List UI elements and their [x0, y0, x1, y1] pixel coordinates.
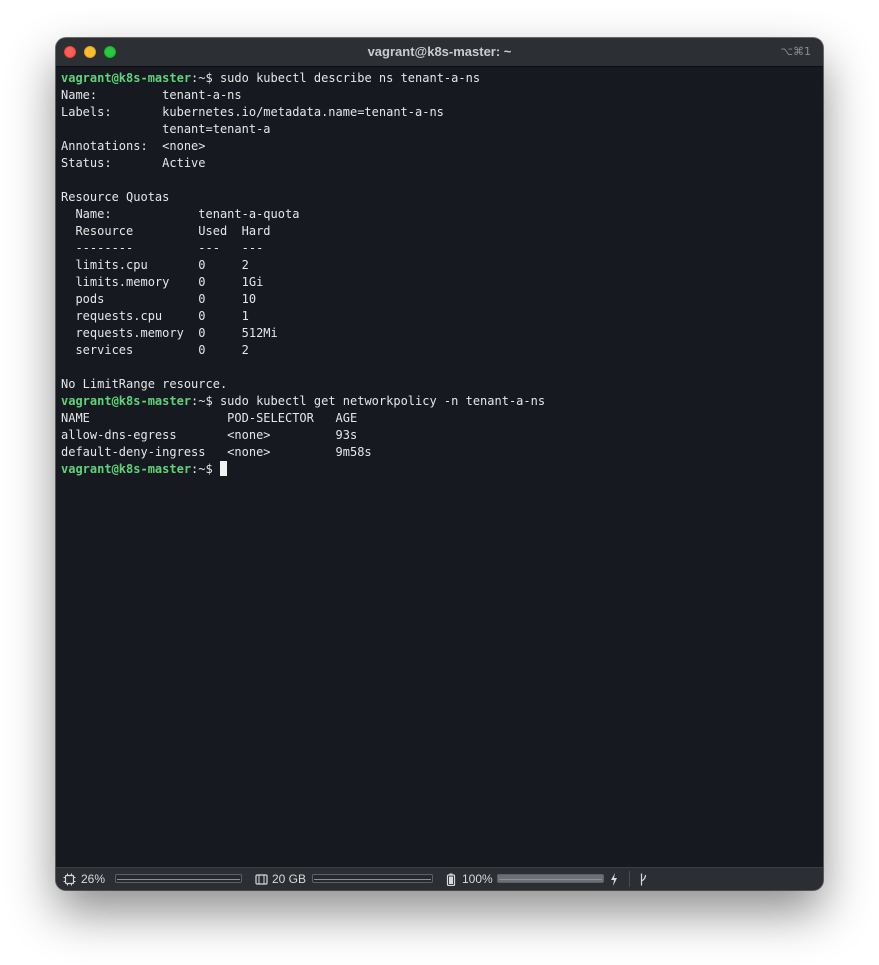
prompt-path: :~$ — [191, 462, 220, 476]
output-text: Name: tenant-a-ns — [61, 88, 242, 102]
command-text: sudo kubectl get networkpolicy -n tenant… — [219, 394, 546, 408]
output-text: pods 0 10 — [61, 292, 257, 306]
text-cursor — [219, 461, 227, 476]
output-text: No LimitRange resource. — [61, 377, 228, 391]
output-text: Name: tenant-a-quota — [61, 207, 300, 221]
prompt-path: :~$ — [191, 394, 220, 408]
prompt-line: vagrant@k8s-master:~$ — [61, 461, 818, 478]
title-bar[interactable]: vagrant@k8s-master: ~ ⌥⌘1 — [56, 38, 823, 67]
output-line: Resource Used Hard — [61, 223, 818, 240]
output-line: Annotations: <none> — [61, 138, 818, 155]
output-text: Labels: kubernetes.io/metadata.name=tena… — [61, 105, 444, 119]
output-line: tenant=tenant-a — [61, 121, 818, 138]
disk-usage-label: 20 GB — [272, 872, 307, 886]
battery-level-meter — [497, 874, 604, 883]
output-text: tenant=tenant-a — [61, 122, 271, 136]
disk-usage-meter — [312, 874, 433, 883]
output-text: NAME POD-SELECTOR AGE — [61, 411, 358, 425]
output-text: Resource Quotas — [61, 190, 170, 204]
output-line: limits.cpu 0 2 — [61, 257, 818, 274]
shell-prompt: vagrant@k8s-master — [61, 462, 192, 476]
status-bar: 26% 20 GB 100% — [56, 867, 823, 890]
prompt-line: vagrant@k8s-master:~$ sudo kubectl descr… — [61, 70, 818, 87]
shell-prompt: vagrant@k8s-master — [61, 71, 192, 85]
output-text: -------- --- --- — [61, 241, 264, 255]
output-text: Annotations: <none> — [61, 139, 206, 153]
cpu-usage-label: 26% — [81, 872, 106, 886]
output-text: Resource Used Hard — [61, 224, 271, 238]
output-text: services 0 2 — [61, 343, 249, 357]
output-text: requests.cpu 0 1 — [61, 309, 249, 323]
git-branch-icon — [640, 873, 647, 886]
output-text: Status: Active — [61, 156, 206, 170]
window-shortcut: ⌥⌘1 — [780, 45, 811, 58]
output-line: pods 0 10 — [61, 291, 818, 308]
shell-prompt: vagrant@k8s-master — [61, 394, 192, 408]
output-line: allow-dns-egress <none> 93s — [61, 427, 818, 444]
disk-icon — [255, 874, 268, 885]
output-line: Name: tenant-a-ns — [61, 87, 818, 104]
prompt-line: vagrant@k8s-master:~$ sudo kubectl get n… — [61, 393, 818, 410]
cpu-chip-icon — [63, 873, 76, 886]
output-line: services 0 2 — [61, 342, 818, 359]
output-text: limits.memory 0 1Gi — [61, 275, 264, 289]
battery-icon — [446, 873, 456, 886]
output-text: limits.cpu 0 2 — [61, 258, 249, 272]
lightning-bolt-icon — [611, 873, 617, 886]
terminal-output[interactable]: vagrant@k8s-master:~$ sudo kubectl descr… — [61, 70, 818, 866]
output-line: requests.memory 0 512Mi — [61, 325, 818, 342]
command-text: sudo kubectl describe ns tenant-a-ns — [219, 71, 481, 85]
output-line: Resource Quotas — [61, 189, 818, 206]
output-line: NAME POD-SELECTOR AGE — [61, 410, 818, 427]
terminal-window: vagrant@k8s-master: ~ ⌥⌘1 vagrant@k8s-ma… — [56, 38, 823, 890]
battery-level-label: 100% — [462, 872, 493, 886]
output-line: requests.cpu 0 1 — [61, 308, 818, 325]
output-line: default-deny-ingress <none> 9m58s — [61, 444, 818, 461]
output-line: Status: Active — [61, 155, 818, 172]
output-text: requests.memory 0 512Mi — [61, 326, 278, 340]
prompt-path: :~$ — [191, 71, 220, 85]
output-text: allow-dns-egress <none> 93s — [61, 428, 358, 442]
window-title: vagrant@k8s-master: ~ — [367, 44, 512, 59]
output-line: Name: tenant-a-quota — [61, 206, 818, 223]
output-line: -------- --- --- — [61, 240, 818, 257]
output-text: default-deny-ingress <none> 9m58s — [61, 445, 372, 459]
output-line: limits.memory 0 1Gi — [61, 274, 818, 291]
cpu-usage-meter — [115, 874, 242, 883]
output-line: No LimitRange resource. — [61, 376, 818, 393]
output-line: Labels: kubernetes.io/metadata.name=tena… — [61, 104, 818, 121]
